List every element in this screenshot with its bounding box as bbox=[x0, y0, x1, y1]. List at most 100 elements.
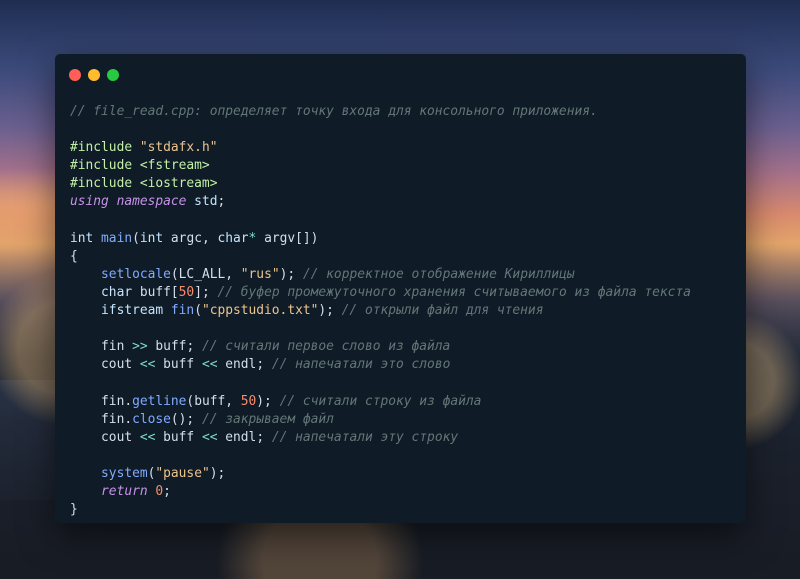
code-line: return 0; bbox=[70, 483, 691, 501]
code-token-directive: #include <iostream> bbox=[70, 176, 218, 192]
code-token-func: system bbox=[101, 465, 148, 481]
code-line: #include "stdafx.h" bbox=[70, 139, 691, 157]
code-token-punct: ; bbox=[217, 194, 226, 210]
code-token-ident bbox=[70, 303, 101, 318]
code-token-comment: // открыли файл для чтения bbox=[341, 303, 544, 319]
code-token-ident bbox=[70, 285, 101, 300]
code-token-directive: #include <fstream> bbox=[70, 158, 210, 174]
code-line: { bbox=[70, 248, 691, 266]
code-token-punct: ); bbox=[256, 393, 280, 409]
code-token-string: "pause" bbox=[155, 465, 210, 481]
code-token-punct: ( bbox=[132, 230, 140, 246]
code-token-ident: cout bbox=[70, 429, 140, 445]
code-token-punct: ; bbox=[186, 339, 202, 355]
code-token-ident: fin bbox=[70, 411, 125, 427]
code-token-type: std bbox=[186, 194, 218, 210]
code-line: ifstream fin("cppstudio.txt"); // открыл… bbox=[70, 302, 691, 320]
code-token-comment: // file_read.cpp: определяет точку входа… bbox=[70, 104, 598, 119]
code-token-punct: ]; bbox=[194, 284, 218, 300]
code-token-ident: buff bbox=[194, 393, 226, 409]
code-token-type: char bbox=[217, 230, 249, 246]
code-token-punct: ); bbox=[279, 266, 303, 282]
code-token-punct: ; bbox=[163, 483, 171, 499]
code-token-op: << bbox=[201, 357, 218, 373]
code-token-punct: ( bbox=[194, 303, 202, 319]
code-token-func: close bbox=[132, 411, 171, 427]
code-token-op: << bbox=[139, 429, 156, 445]
code-token-punct: ); bbox=[209, 465, 226, 481]
code-token-keyword: using namespace bbox=[70, 194, 187, 210]
code-token-ident: argc bbox=[163, 230, 202, 246]
code-token-ident: LC_ALL bbox=[178, 266, 226, 282]
code-block: // file_read.cpp: определяет точку входа… bbox=[70, 103, 691, 519]
code-token-punct: ; bbox=[256, 429, 272, 445]
code-token-comment: // напечатали эту строку bbox=[271, 429, 459, 445]
code-token-comment: // считали строку из файла bbox=[279, 393, 482, 409]
code-token-comment: // считали первое слово из файла bbox=[201, 339, 451, 355]
code-token-ident: buff bbox=[132, 284, 171, 300]
code-token-func: setlocale bbox=[101, 266, 171, 282]
code-token-type: int bbox=[70, 230, 102, 246]
code-token-punct: , bbox=[225, 393, 241, 409]
code-token-keyword: return bbox=[101, 483, 148, 499]
code-token-func: main bbox=[101, 230, 133, 246]
code-token-ident: endl bbox=[217, 357, 257, 373]
code-token-ident: buff bbox=[155, 429, 202, 445]
code-line: // file_read.cpp: определяет точку входа… bbox=[70, 103, 691, 121]
code-token-punct: ( bbox=[170, 266, 179, 282]
code-token-string: "cppstudio.txt" bbox=[201, 303, 319, 319]
code-token-type: ifstream bbox=[101, 303, 164, 319]
code-line: fin >> buff; // считали первое слово из … bbox=[70, 338, 691, 356]
code-token-string: "stdafx.h" bbox=[139, 140, 218, 156]
code-line: system("pause"); bbox=[70, 465, 691, 483]
code-token-punct: . bbox=[124, 393, 133, 409]
code-token-punct: { bbox=[70, 248, 78, 264]
code-token-op: << bbox=[139, 357, 156, 373]
code-line: fin.getline(buff, 50); // считали строку… bbox=[70, 393, 691, 411]
code-window: // file_read.cpp: определяет точку входа… bbox=[55, 54, 746, 523]
code-token-op: << bbox=[201, 429, 218, 445]
minimize-window-dot-icon[interactable] bbox=[88, 69, 100, 81]
code-token-type: int bbox=[139, 230, 164, 246]
code-token-ident bbox=[70, 484, 101, 499]
code-token-punct: (); bbox=[170, 411, 202, 427]
code-line: fin.close(); // закрываем файл bbox=[70, 411, 691, 429]
code-token-ident bbox=[70, 466, 101, 481]
code-token-punct: []) bbox=[295, 230, 319, 246]
code-token-ident: fin bbox=[70, 393, 125, 409]
code-line: char buff[50]; // буфер промежуточного х… bbox=[70, 284, 691, 302]
code-line: using namespace std; bbox=[70, 193, 691, 211]
code-token-punct: , bbox=[225, 266, 241, 282]
code-token-punct: , bbox=[201, 230, 218, 246]
code-line: cout << buff << endl; // напечатали это … bbox=[70, 356, 691, 374]
code-token-string: "rus" bbox=[240, 266, 280, 282]
code-token-directive: #include bbox=[70, 140, 140, 156]
code-line: #include <fstream> bbox=[70, 157, 691, 175]
code-token-punct: } bbox=[70, 502, 78, 518]
code-line: #include <iostream> bbox=[70, 175, 691, 193]
code-token-comment: // буфер промежуточного хранения считыва… bbox=[217, 284, 691, 300]
code-token-ident: buff bbox=[155, 357, 202, 373]
code-token-comment: // напечатали это слово bbox=[271, 357, 451, 373]
code-token-ident: argv bbox=[256, 230, 296, 246]
code-token-comment: // корректное отображение Кириллицы bbox=[302, 266, 575, 282]
code-token-punct: ; bbox=[256, 357, 272, 373]
code-token-ident: cout bbox=[70, 357, 140, 373]
code-token-punct: ); bbox=[318, 303, 342, 319]
code-token-func: fin bbox=[163, 303, 195, 319]
code-token-ident: fin bbox=[70, 339, 133, 355]
code-token-punct: [ bbox=[170, 284, 179, 300]
close-window-dot-icon[interactable] bbox=[69, 69, 81, 81]
code-token-ident bbox=[70, 267, 101, 282]
code-token-number: 0 bbox=[155, 483, 164, 499]
code-token-number: 50 bbox=[178, 284, 195, 300]
code-line: setlocale(LC_ALL, "rus"); // корректное … bbox=[70, 266, 691, 284]
code-line: } bbox=[70, 501, 691, 519]
code-token-punct: . bbox=[124, 411, 133, 427]
maximize-window-dot-icon[interactable] bbox=[107, 69, 119, 81]
code-token-op: >> bbox=[132, 339, 148, 355]
